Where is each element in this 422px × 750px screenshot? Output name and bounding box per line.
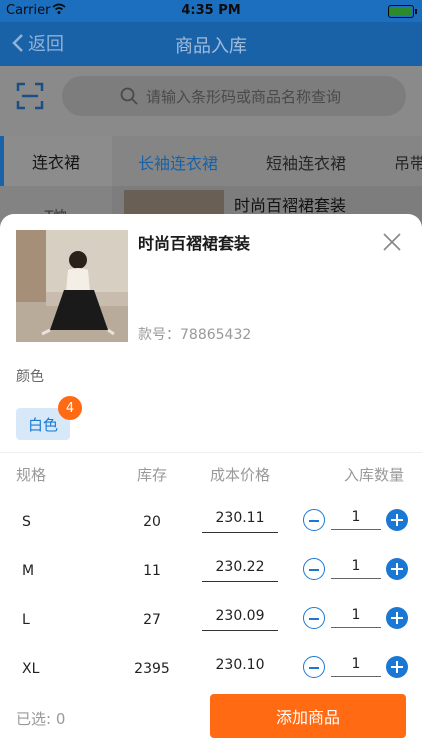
spec-row: XL 2395 230.10 1 [0,646,422,694]
status-bar: Carrier 4:35 PM [0,0,422,22]
header-price: 成本价格 [209,466,270,484]
qty-input[interactable]: 1 [331,558,381,579]
spec-table-header: 规格 库存 成本价格 入库数量 [0,464,422,488]
spec-row: S 20 230.11 1 [0,499,422,547]
qty-input[interactable]: 1 [331,607,381,628]
clock: 4:35 PM [181,3,241,18]
search-placeholder: 请输入条形码或商品名称查询 [146,87,342,106]
decrease-qty-button[interactable] [303,509,325,531]
product-list-name: 时尚百褶裙套装 [234,196,347,215]
nav-bar: 返回 商品入库 [0,22,422,66]
spec-stock: 20 [143,514,161,530]
add-product-button[interactable]: 添加商品 [210,694,406,738]
subcategory-tabs: 长袖连衣裙 短袖连衣裙 吊带 [112,136,422,186]
spec-row: M 11 230.22 1 [0,548,422,596]
color-label: 颜色 [16,369,44,385]
increase-qty-button[interactable] [386,558,408,580]
scan-icon[interactable] [16,82,44,110]
page-title: 商品入库 [175,36,247,57]
search-input[interactable]: 请输入条形码或商品名称查询 [62,76,406,116]
header-stock: 库存 [136,466,167,484]
header-qty: 入库数量 [344,466,405,484]
spec-size: S [22,514,31,530]
spec-stock: 27 [143,612,161,628]
qty-input[interactable]: 1 [331,509,381,530]
divider [0,452,422,453]
decrease-qty-button[interactable] [303,607,325,629]
close-icon[interactable] [382,232,402,252]
search-icon [120,87,138,105]
increase-qty-button[interactable] [386,656,408,678]
sku-label: 款号： [138,327,180,343]
price-input[interactable]: 230.11 [202,510,278,533]
increase-qty-button[interactable] [386,607,408,629]
spec-stock: 11 [143,563,161,579]
price-input[interactable]: 230.09 [202,608,278,631]
search-row: 请输入条形码或商品名称查询 [0,66,422,136]
qty-input[interactable]: 1 [331,656,381,677]
product-sheet: 时尚百褶裙套装 款号：78865432 颜色 白色 4 规格 库存 成本价格 入… [0,214,422,750]
sku-number: 款号：78865432 [138,324,251,344]
product-image [16,230,128,342]
battery-icon [388,5,417,18]
tab-short-sleeve-dress[interactable]: 短袖连衣裙 [266,150,346,174]
tab-long-sleeve-dress[interactable]: 长袖连衣裙 [138,150,218,174]
increase-qty-button[interactable] [386,509,408,531]
category-item-selected[interactable]: 连衣裙 [0,136,112,186]
decrease-qty-button[interactable] [303,656,325,678]
spec-row: L 27 230.09 1 [0,597,422,645]
selected-count: 已选: 0 [16,710,66,728]
spec-size: L [22,612,30,628]
header-spec: 规格 [16,466,47,484]
sku-value: 78865432 [180,327,252,343]
color-count-badge: 4 [58,396,82,420]
price-input[interactable]: 230.22 [202,559,278,582]
product-title: 时尚百褶裙套装 [138,234,251,253]
spec-size: XL [22,661,40,677]
category-bar: 连衣裙 长袖连衣裙 短袖连衣裙 吊带 [0,136,422,186]
spec-stock: 2395 [134,661,170,677]
price-input[interactable]: 230.10 [202,657,278,679]
spec-size: M [22,563,35,579]
decrease-qty-button[interactable] [303,558,325,580]
tab-strap-dress[interactable]: 吊带 [394,150,422,174]
